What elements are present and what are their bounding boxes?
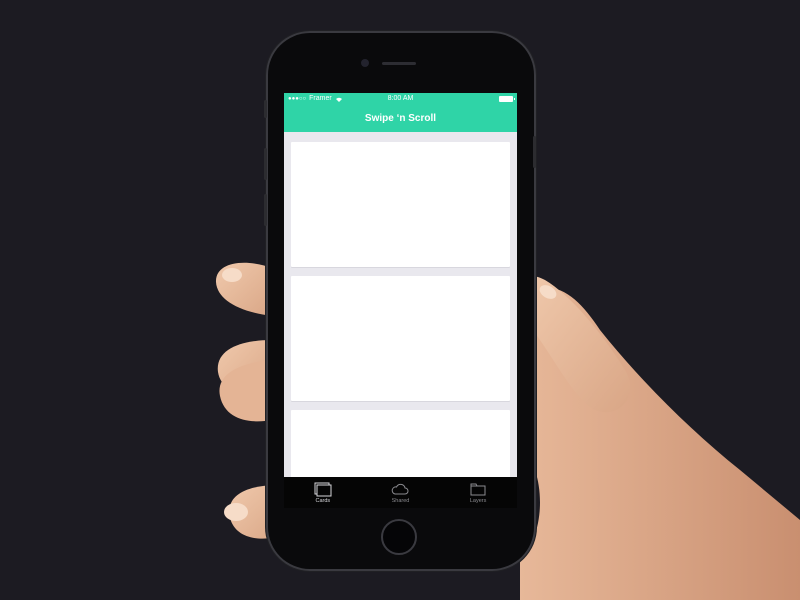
phone-volume-up [264,148,267,180]
card-3[interactable] [291,410,510,480]
status-bar: ●●●○○ Framer 8:00 AM [284,93,517,105]
tab-shared-label: Shared [391,498,410,504]
home-button[interactable] [381,519,417,555]
tab-cards[interactable]: Cards [293,477,353,504]
phone-screen: ●●●○○ Framer 8:00 AM Swipe ‘n Scroll Car… [284,93,517,508]
earpiece-speaker [382,62,416,65]
phone-mute-switch [264,100,267,118]
phone-volume-down [264,194,267,226]
status-time: 8:00 AM [387,95,414,102]
nav-title: Swipe ‘n Scroll [284,105,517,132]
stage: ●●●○○ Framer 8:00 AM Swipe ‘n Scroll Car… [0,0,800,600]
battery-icon [499,96,515,102]
cards-icon [314,482,332,497]
tab-bar: Cards Shared Layers [284,477,517,508]
tab-layers[interactable]: Layers [448,477,508,504]
cloud-icon [392,483,409,495]
tab-shared[interactable]: Shared [370,477,430,504]
front-camera [361,59,369,67]
tab-cards-label: Cards [315,498,331,504]
tab-layers-label: Layers [469,498,487,504]
card-1[interactable] [291,142,510,267]
phone-power-button [533,136,536,168]
card-2[interactable] [291,276,510,401]
layers-icon [470,483,486,496]
